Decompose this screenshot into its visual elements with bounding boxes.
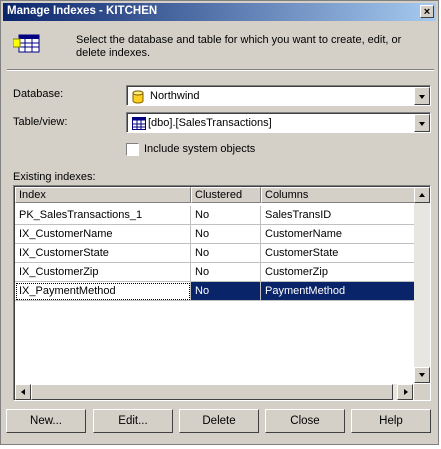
columns-cell: CustomerState (261, 244, 415, 263)
index-row[interactable]: IX_CustomerName No CustomerName (15, 225, 415, 244)
column-header-clustered[interactable]: Clustered (191, 187, 261, 203)
existing-indexes-label: Existing indexes: (13, 171, 96, 183)
close-window-button[interactable]: × (420, 5, 434, 18)
index-row-selected[interactable]: IX_PaymentMethod No PaymentMethod (15, 282, 415, 301)
index-name-cell: PK_SalesTransactions_1 (15, 206, 191, 225)
index-row[interactable]: IX_CustomerZip No CustomerZip (15, 263, 415, 282)
database-select[interactable]: Northwind (126, 85, 431, 106)
scroll-right-button[interactable] (397, 384, 413, 400)
close-icon: × (423, 6, 431, 18)
chevron-down-icon (419, 122, 425, 126)
column-header-index[interactable]: Index (15, 187, 191, 203)
column-header-columns[interactable]: Columns (261, 187, 415, 203)
database-label: Database: (13, 88, 64, 100)
table-grid-icon (13, 34, 40, 53)
scroll-up-button[interactable] (414, 187, 430, 203)
table-view-label: Table/view: (13, 116, 68, 128)
include-system-objects-checkbox[interactable] (126, 143, 139, 156)
index-name-cell: IX_CustomerZip (15, 263, 191, 282)
columns-cell: PaymentMethod (261, 282, 415, 301)
scroll-corner (414, 384, 430, 400)
edit-button[interactable]: Edit... (93, 409, 173, 433)
table-view-dropdown-button[interactable] (414, 114, 430, 132)
clustered-cell: No (191, 225, 261, 244)
horizontal-scrollbar[interactable] (15, 384, 413, 400)
clustered-cell: No (191, 263, 261, 282)
chevron-down-icon (419, 95, 425, 99)
new-button[interactable]: New... (6, 409, 86, 433)
columns-cell: CustomerName (261, 225, 415, 244)
clustered-cell: No (191, 244, 261, 263)
include-system-objects-label[interactable]: Include system objects (144, 143, 255, 155)
table-view-value: [dbo].[SalesTransactions] (148, 117, 272, 129)
header-divider (7, 69, 434, 71)
manage-indexes-dialog: Manage Indexes - KITCHEN × Select the da… (0, 0, 439, 445)
table-icon (132, 117, 146, 130)
chevron-left-icon (21, 389, 25, 395)
clustered-cell: No (191, 282, 261, 301)
close-button[interactable]: Close (265, 409, 345, 433)
columns-cell: CustomerZip (261, 263, 415, 282)
chevron-right-icon (404, 389, 408, 395)
clustered-cell: No (191, 206, 261, 225)
scroll-left-button[interactable] (15, 384, 31, 400)
window-title: Manage Indexes - KITCHEN (7, 5, 158, 17)
chevron-down-icon (419, 373, 425, 377)
index-row[interactable]: PK_SalesTransactions_1 No SalesTransID (15, 206, 415, 225)
columns-cell: SalesTransID (261, 206, 415, 225)
database-cylinder-icon (132, 90, 144, 104)
index-name-cell: IX_PaymentMethod (15, 282, 191, 301)
scroll-down-button[interactable] (414, 367, 430, 383)
delete-button[interactable]: Delete (179, 409, 259, 433)
help-button[interactable]: Help (351, 409, 431, 433)
vertical-scrollbar[interactable] (414, 187, 430, 383)
database-dropdown-button[interactable] (414, 87, 430, 105)
database-value: Northwind (150, 90, 200, 102)
chevron-up-icon (419, 193, 425, 197)
intro-text: Select the database and table for which … (76, 34, 402, 59)
index-name-cell: IX_CustomerName (15, 225, 191, 244)
index-name-cell: IX_CustomerState (15, 244, 191, 263)
existing-indexes-list[interactable]: Index Clustered Columns PK_SalesTransact… (13, 185, 431, 401)
index-row[interactable]: IX_CustomerState No CustomerState (15, 244, 415, 263)
title-bar[interactable]: Manage Indexes - KITCHEN × (3, 3, 436, 21)
horizontal-scroll-thumb[interactable] (31, 384, 393, 400)
table-view-select[interactable]: [dbo].[SalesTransactions] (126, 112, 431, 133)
